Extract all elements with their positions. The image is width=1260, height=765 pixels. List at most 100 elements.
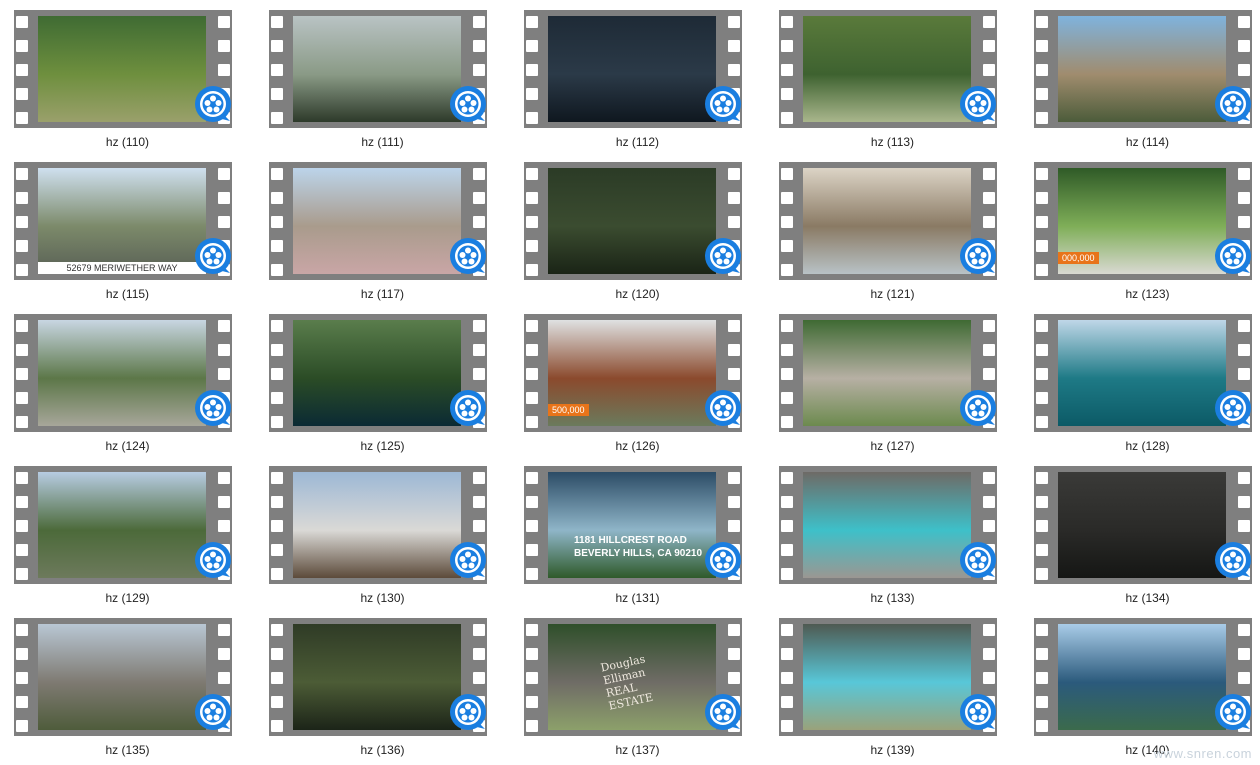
film-perforation-strip xyxy=(1034,10,1050,128)
video-file-item[interactable]: hz (114) xyxy=(1020,0,1260,152)
video-player-badge-icon xyxy=(1214,389,1252,427)
film-perforation-strip xyxy=(269,618,285,736)
video-file-item[interactable]: hz (135) xyxy=(0,608,255,760)
film-hole xyxy=(473,64,485,76)
film-hole xyxy=(781,416,793,428)
film-hole xyxy=(781,648,793,660)
film-perforation-strip xyxy=(524,466,540,584)
film-hole xyxy=(983,520,995,532)
video-file-item[interactable]: hz (129) xyxy=(0,456,255,608)
film-hole xyxy=(271,320,283,332)
film-hole xyxy=(781,216,793,228)
film-hole xyxy=(781,192,793,204)
video-file-item[interactable]: hz (112) xyxy=(510,0,765,152)
film-hole xyxy=(271,192,283,204)
video-file-item[interactable]: hz (139) xyxy=(765,608,1020,760)
film-hole xyxy=(16,720,28,732)
film-hole xyxy=(1036,568,1048,580)
film-hole xyxy=(271,88,283,100)
file-name-label: hz (123) xyxy=(1125,287,1170,301)
film-perforation-strip xyxy=(779,10,795,128)
video-file-item[interactable]: hz (128) xyxy=(1020,304,1260,456)
film-hole xyxy=(1036,520,1048,532)
film-hole xyxy=(983,496,995,508)
file-name-label: hz (112) xyxy=(615,135,660,149)
video-file-item[interactable]: 52679 MERIWETHER WAY hz (115) xyxy=(0,152,255,304)
film-hole xyxy=(271,472,283,484)
video-player-badge-icon xyxy=(449,541,487,579)
frame-overlay-text: 52679 MERIWETHER WAY xyxy=(38,262,206,274)
film-hole xyxy=(1036,720,1048,732)
film-hole xyxy=(526,88,538,100)
video-frame-image: 500,000 xyxy=(548,320,716,426)
film-hole xyxy=(526,264,538,276)
film-hole xyxy=(983,320,995,332)
video-player-badge-icon xyxy=(449,389,487,427)
video-player-badge-icon xyxy=(959,541,997,579)
film-perforation-strip xyxy=(524,10,540,128)
video-file-item[interactable]: hz (140) xyxy=(1020,608,1260,760)
video-file-item[interactable]: hz (130) xyxy=(255,456,510,608)
film-hole xyxy=(781,40,793,52)
video-frame-image xyxy=(293,320,461,426)
film-hole xyxy=(526,672,538,684)
file-name-label: hz (136) xyxy=(360,743,405,757)
video-file-item[interactable]: hz (133) xyxy=(765,456,1020,608)
video-file-item[interactable]: 1181 HILLCREST ROAD BEVERLY HILLS, CA 90… xyxy=(510,456,765,608)
film-hole xyxy=(526,648,538,660)
film-hole xyxy=(983,40,995,52)
video-file-item[interactable]: hz (121) xyxy=(765,152,1020,304)
film-hole xyxy=(728,520,740,532)
video-file-item[interactable]: hz (124) xyxy=(0,304,255,456)
film-hole xyxy=(1036,168,1048,180)
film-hole xyxy=(473,40,485,52)
file-name-label: hz (131) xyxy=(615,591,660,605)
video-file-item[interactable]: hz (113) xyxy=(765,0,1020,152)
file-name-label: hz (124) xyxy=(105,439,150,453)
file-name-label: hz (125) xyxy=(360,439,405,453)
film-hole xyxy=(218,520,230,532)
file-name-label: hz (120) xyxy=(615,287,660,301)
film-hole xyxy=(526,544,538,556)
video-frame-image: 1181 HILLCREST ROAD BEVERLY HILLS, CA 90… xyxy=(548,472,716,578)
film-perforation-strip xyxy=(524,162,540,280)
video-file-item[interactable]: hz (127) xyxy=(765,304,1020,456)
film-hole xyxy=(983,624,995,636)
film-hole xyxy=(1238,168,1250,180)
video-file-item[interactable]: 500,000 hz (126) xyxy=(510,304,765,456)
film-hole xyxy=(16,16,28,28)
film-hole xyxy=(1036,696,1048,708)
film-hole xyxy=(983,16,995,28)
film-hole xyxy=(271,216,283,228)
film-hole xyxy=(526,40,538,52)
video-frame-image xyxy=(1058,16,1226,122)
film-hole xyxy=(473,192,485,204)
film-hole xyxy=(1036,264,1048,276)
video-file-item[interactable]: hz (120) xyxy=(510,152,765,304)
video-file-item[interactable]: 000,000 hz (123) xyxy=(1020,152,1260,304)
film-hole xyxy=(728,192,740,204)
video-file-item[interactable]: hz (125) xyxy=(255,304,510,456)
film-perforation-strip xyxy=(524,618,540,736)
video-file-item[interactable]: Douglas Elliman REAL ESTATE hz (137) xyxy=(510,608,765,760)
video-file-item[interactable]: hz (111) xyxy=(255,0,510,152)
film-hole xyxy=(271,40,283,52)
film-hole xyxy=(271,520,283,532)
video-file-item[interactable]: hz (136) xyxy=(255,608,510,760)
video-file-item[interactable]: hz (134) xyxy=(1020,456,1260,608)
film-perforation-strip xyxy=(14,618,30,736)
file-name-label: hz (128) xyxy=(1125,439,1170,453)
video-player-badge-icon xyxy=(704,237,742,275)
video-file-item[interactable]: hz (110) xyxy=(0,0,255,152)
file-name-label: hz (121) xyxy=(870,287,915,301)
video-frame-image xyxy=(38,472,206,578)
film-perforation-strip xyxy=(14,314,30,432)
video-player-badge-icon xyxy=(1214,237,1252,275)
film-hole xyxy=(728,168,740,180)
film-hole xyxy=(1238,320,1250,332)
film-hole xyxy=(526,168,538,180)
video-file-item[interactable]: hz (117) xyxy=(255,152,510,304)
video-player-badge-icon xyxy=(1214,541,1252,579)
film-perforation-strip xyxy=(1034,618,1050,736)
film-hole xyxy=(983,648,995,660)
